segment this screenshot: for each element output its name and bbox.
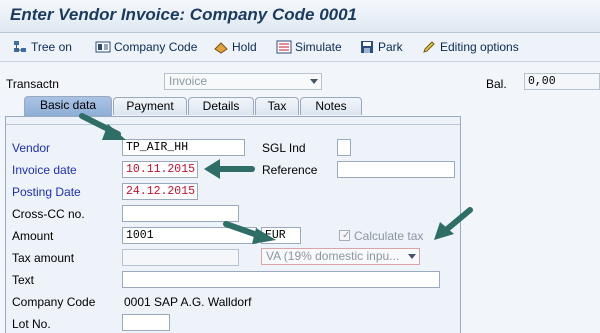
company-code-icon <box>95 40 111 54</box>
annotation-arrow <box>204 159 255 179</box>
hold-icon <box>213 40 229 54</box>
sgl-ind-label: SGL Ind <box>262 141 306 155</box>
annotation-arrow <box>79 113 126 140</box>
sgl-ind-input[interactable] <box>337 139 351 156</box>
lot-no-input[interactable] <box>122 314 170 331</box>
tree-icon <box>12 40 28 54</box>
pencil-icon <box>421 40 437 54</box>
tree-on-label: Tree on <box>31 40 72 54</box>
simulate-button[interactable]: Simulate <box>276 39 342 55</box>
hold-button[interactable]: Hold <box>213 39 257 55</box>
balance-field: 0,00 <box>524 73 600 90</box>
park-label: Park <box>378 40 403 54</box>
posting-date-label: Posting Date <box>12 185 81 199</box>
application-toolbar: Tree on Company Code Hold Simulate Park … <box>0 33 600 62</box>
posting-date-input[interactable]: 24.12.2015 <box>122 183 198 200</box>
calculate-tax-label: Calculate tax <box>354 229 424 243</box>
cross-cc-label: Cross-CC no. <box>12 207 85 221</box>
tab-notes[interactable]: Notes <box>300 97 362 115</box>
vendor-input[interactable]: TP_AIR_HH <box>122 139 245 156</box>
company-code-label: Company Code <box>12 295 96 309</box>
invoice-date-input[interactable]: 10.11.2015 <box>122 161 198 178</box>
tax-code-dropdown[interactable]: VA (19% domestic inpu... <box>261 248 420 265</box>
tab-details[interactable]: Details <box>188 97 254 115</box>
reference-input[interactable] <box>337 161 455 178</box>
chevron-down-icon <box>408 254 416 259</box>
company-code-button[interactable]: Company Code <box>95 39 197 55</box>
annotation-arrow <box>223 221 276 244</box>
invoice-date-label: Invoice date <box>12 163 77 177</box>
panel-divider <box>6 124 460 125</box>
tax-amount-input[interactable] <box>122 249 239 266</box>
tab-tax[interactable]: Tax <box>255 97 299 115</box>
checkmark-icon: ✓ <box>342 230 351 241</box>
reference-label: Reference <box>262 163 318 177</box>
window-title: Enter Vendor Invoice: Company Code 0001 <box>10 5 358 24</box>
simulate-label: Simulate <box>295 40 342 54</box>
editing-options-label: Editing options <box>440 40 519 54</box>
text-input[interactable] <box>122 271 440 288</box>
company-code-button-label: Company Code <box>114 40 198 54</box>
transactn-label: Transactn <box>6 77 59 91</box>
park-button[interactable]: Park <box>359 39 403 55</box>
amount-label: Amount <box>12 229 54 243</box>
tax-amount-label: Tax amount <box>12 251 75 265</box>
transaction-value: Invoice <box>169 74 208 88</box>
company-code-value: 0001 SAP A.G. Walldorf <box>124 295 252 309</box>
editing-options-button[interactable]: Editing options <box>421 39 519 55</box>
hold-label: Hold <box>232 40 257 54</box>
lot-no-label: Lot No. <box>12 317 51 331</box>
tax-code-value: VA (19% domestic inpu... <box>266 249 400 263</box>
balance-label: Bal. <box>486 77 507 91</box>
chevron-down-icon <box>310 79 318 84</box>
calculate-tax-checkbox[interactable]: ✓ <box>339 230 350 241</box>
tree-on-button[interactable]: Tree on <box>12 39 72 55</box>
text-label: Text <box>12 273 35 287</box>
vendor-label: Vendor <box>12 141 51 155</box>
annotation-arrow <box>434 207 473 240</box>
title-bar: Enter Vendor Invoice: Company Code 0001 <box>0 0 600 33</box>
park-icon <box>359 40 375 54</box>
simulate-icon <box>276 40 292 54</box>
transaction-dropdown[interactable]: Invoice <box>164 73 322 90</box>
